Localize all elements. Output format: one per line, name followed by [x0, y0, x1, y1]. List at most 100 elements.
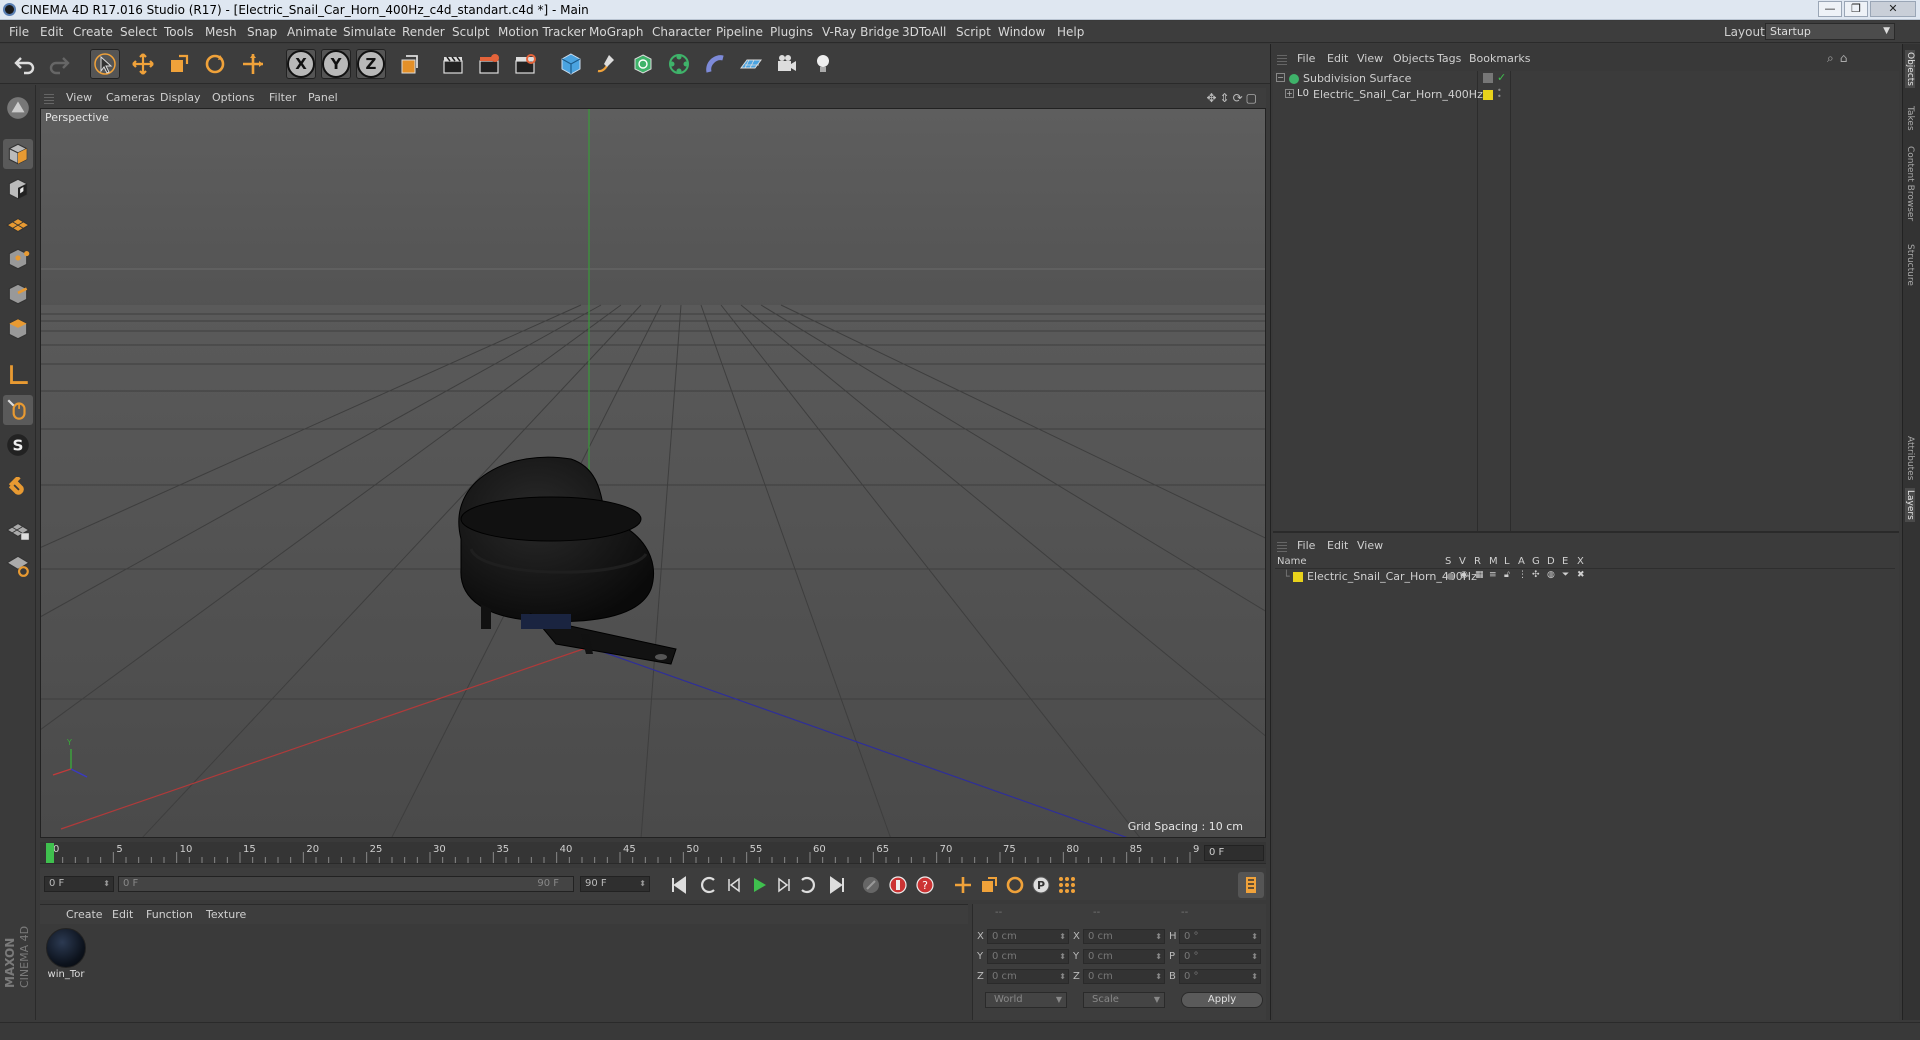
spin-arrows-icon[interactable]: ⬍	[1155, 950, 1162, 963]
column-locked[interactable]: L	[1504, 556, 1510, 567]
column-view[interactable]: V	[1459, 556, 1466, 567]
viewport-menu-options[interactable]: Options	[212, 91, 254, 104]
om-menu-view[interactable]: View	[1357, 52, 1383, 65]
eye-icon[interactable]: ◉	[1460, 570, 1468, 580]
snapping-button[interactable]: S	[3, 430, 33, 460]
record-point-level-button[interactable]	[1054, 872, 1080, 898]
go-to-start-button[interactable]	[666, 872, 692, 898]
record-rotation-button[interactable]	[1002, 872, 1028, 898]
menu-motion-tracker[interactable]: Motion Tracker	[498, 25, 586, 39]
om-menu-bookmarks[interactable]: Bookmarks	[1469, 52, 1530, 65]
coordinate-system-button[interactable]	[394, 49, 424, 79]
object-row-horn[interactable]: + L0 Electric_Snail_Car_Horn_400Hz • •	[1273, 87, 1899, 103]
coordinate-mode-dropdown[interactable]: World ▼	[985, 992, 1067, 1008]
expand-icon[interactable]: +	[1285, 89, 1294, 98]
magnet-tool-button[interactable]	[3, 475, 33, 505]
menu-plugins[interactable]: Plugins	[770, 25, 813, 39]
spin-arrows-icon[interactable]: ⬍	[1059, 950, 1066, 963]
manager-icon[interactable]: ≡	[1489, 570, 1497, 580]
rot-b-field[interactable]: 0 ° ⬍	[1179, 969, 1261, 984]
locked-workplane-button[interactable]	[3, 515, 33, 545]
om-menu-objects[interactable]: Objects	[1393, 52, 1435, 65]
menu-character[interactable]: Character	[652, 25, 711, 39]
add-generator-button[interactable]	[628, 49, 658, 79]
model-mode-button[interactable]	[3, 139, 33, 169]
material-menu-edit[interactable]: Edit	[112, 908, 133, 921]
material-menu-texture[interactable]: Texture	[206, 908, 246, 921]
tab-content-browser[interactable]: Content Browser	[1905, 146, 1915, 221]
column-deformers[interactable]: D	[1547, 556, 1555, 567]
material-menu-create[interactable]: Create	[66, 908, 103, 921]
polygons-mode-button[interactable]	[3, 314, 33, 344]
spin-arrows-icon[interactable]: ⬍	[1251, 930, 1258, 943]
record-scale-button[interactable]	[976, 872, 1002, 898]
menu-window[interactable]: Window	[998, 25, 1045, 39]
add-array-button[interactable]	[664, 49, 694, 79]
menu-help[interactable]: Help	[1057, 25, 1084, 39]
texture-mode-button[interactable]	[3, 174, 33, 204]
z-axis-lock-button[interactable]: Z	[356, 49, 386, 79]
generator-icon[interactable]: ✣	[1532, 570, 1540, 580]
spin-arrows-icon[interactable]: ⬍	[103, 877, 110, 891]
record-active-objects-button[interactable]	[858, 872, 884, 898]
close-button[interactable]: ✕	[1870, 1, 1916, 17]
tab-objects[interactable]: Objects	[1905, 50, 1915, 89]
column-animation[interactable]: A	[1518, 556, 1525, 567]
om-menu-tags[interactable]: Tags	[1437, 52, 1461, 65]
tab-structure[interactable]: Structure	[1905, 244, 1915, 286]
edges-mode-button[interactable]	[3, 279, 33, 309]
render-clapper-icon[interactable]: ▦	[1475, 570, 1484, 580]
pos-y-field[interactable]: 0 cm ⬍	[987, 949, 1069, 964]
go-to-end-button[interactable]	[824, 872, 850, 898]
add-camera-button[interactable]	[772, 49, 802, 79]
xref-icon[interactable]: ✖	[1577, 570, 1585, 580]
lm-menu-view[interactable]: View	[1357, 539, 1383, 552]
spin-arrows-icon[interactable]: ⬍	[639, 877, 646, 891]
timeline-ruler[interactable]: 051015202530354045505560657075808590 0 F	[40, 842, 1266, 864]
menu-render[interactable]: Render	[402, 25, 445, 39]
viewport-menu-panel[interactable]: Panel	[308, 91, 338, 104]
add-light-button[interactable]	[808, 49, 838, 79]
visibility-toggle-icon[interactable]	[1483, 73, 1493, 83]
menu-snap[interactable]: Snap	[247, 25, 277, 39]
make-editable-button[interactable]	[3, 93, 33, 123]
play-forward-button[interactable]	[746, 872, 772, 898]
panel-grip-icon[interactable]	[44, 92, 54, 104]
lm-menu-edit[interactable]: Edit	[1327, 539, 1348, 552]
planar-workplane-button[interactable]	[3, 550, 33, 580]
maximize-button[interactable]: ❐	[1844, 1, 1868, 17]
tab-layers[interactable]: Layers	[1905, 488, 1915, 522]
om-menu-file[interactable]: File	[1297, 52, 1315, 65]
menu-create[interactable]: Create	[73, 25, 113, 39]
menu-script[interactable]: Script	[956, 25, 991, 39]
pos-x-field[interactable]: 0 cm ⬍	[987, 929, 1069, 944]
material-menu-function[interactable]: Function	[146, 908, 193, 921]
panel-grip-icon[interactable]	[1277, 53, 1287, 65]
go-to-previous-key-button[interactable]	[696, 872, 722, 898]
spin-arrows-icon[interactable]: ⬍	[1251, 970, 1258, 983]
minimize-button[interactable]: —	[1818, 1, 1842, 17]
undo-button[interactable]	[10, 49, 40, 79]
render-to-picture-viewer-button[interactable]	[474, 49, 504, 79]
menu-file[interactable]: File	[9, 25, 29, 39]
viewport-menu-cameras[interactable]: Cameras	[106, 91, 155, 104]
expression-icon[interactable]: ⏷	[1562, 570, 1569, 580]
y-axis-lock-button[interactable]: Y	[321, 49, 351, 79]
current-frame-field[interactable]: 0 F	[1204, 845, 1264, 861]
viewport-menu-filter[interactable]: Filter	[269, 91, 296, 104]
perspective-viewport[interactable]: Y Perspective Grid Spacing : 10 cm	[40, 108, 1266, 838]
size-x-field[interactable]: 0 cm ⬍	[1083, 929, 1165, 944]
menu-mograph[interactable]: MoGraph	[589, 25, 644, 39]
menu-animate[interactable]: Animate	[287, 25, 337, 39]
go-to-next-frame-button[interactable]	[770, 872, 796, 898]
pos-z-field[interactable]: 0 cm ⬍	[987, 969, 1069, 984]
tweak-mode-button[interactable]	[3, 395, 33, 425]
column-xref[interactable]: X	[1577, 556, 1584, 567]
lock-icon[interactable]: 🔓︎	[1504, 570, 1510, 580]
workplane-mode-button[interactable]	[3, 209, 33, 239]
column-expressions[interactable]: E	[1562, 556, 1568, 567]
viewport-menu-display[interactable]: Display	[160, 91, 201, 104]
x-axis-lock-button[interactable]: X	[286, 49, 316, 79]
move-tool-button[interactable]	[128, 49, 158, 79]
rot-h-field[interactable]: 0 ° ⬍	[1179, 929, 1261, 944]
